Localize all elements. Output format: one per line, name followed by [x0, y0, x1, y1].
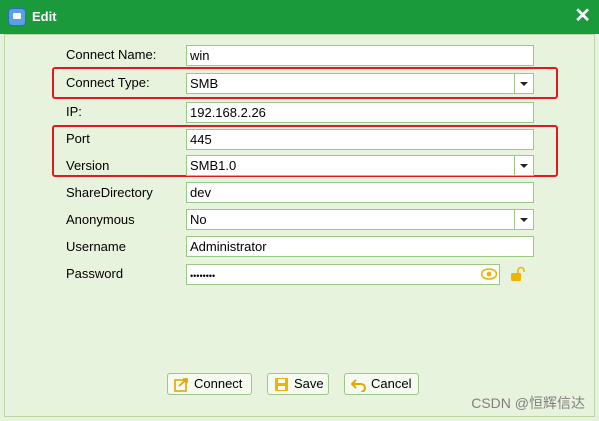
- anonymous-value: No: [190, 212, 207, 227]
- connect-icon: [174, 378, 188, 392]
- unlock-icon[interactable]: [510, 266, 526, 282]
- port-input[interactable]: 445: [186, 129, 534, 150]
- save-button[interactable]: Save: [267, 373, 329, 395]
- cancel-icon: [351, 379, 366, 392]
- password-label: Password: [66, 266, 124, 281]
- version-select[interactable]: SMB1.0: [186, 155, 534, 176]
- version-label: Version: [66, 158, 110, 173]
- port-label: Port: [66, 131, 90, 146]
- app-window-icon: [8, 8, 26, 26]
- connect-button-label: Connect: [194, 376, 243, 391]
- connect-type-value: SMB: [190, 76, 219, 91]
- chevron-down-icon[interactable]: [514, 210, 533, 229]
- connect-name-label: Connect Name:: [66, 47, 157, 62]
- username-input[interactable]: Administrator: [186, 236, 534, 257]
- cancel-button-label: Cancel: [371, 376, 412, 391]
- connect-button[interactable]: Connect: [167, 373, 252, 395]
- close-icon[interactable]: ✕: [574, 5, 591, 27]
- anonymous-select[interactable]: No: [186, 209, 534, 230]
- share-directory-label: ShareDirectory: [66, 185, 153, 200]
- chevron-down-icon[interactable]: [514, 74, 533, 93]
- username-label: Username: [66, 239, 126, 254]
- eye-icon[interactable]: [481, 268, 497, 280]
- chevron-down-icon[interactable]: [514, 156, 533, 175]
- connect-name-input[interactable]: win: [186, 45, 534, 66]
- password-value: ••••••••: [190, 271, 216, 281]
- save-button-label: Save: [294, 376, 324, 391]
- window-title: Edit: [32, 9, 57, 24]
- password-input[interactable]: ••••••••: [186, 264, 500, 285]
- edit-dialog: Edit ✕ Connect Name: win Connect Type: S…: [0, 0, 599, 421]
- ip-input[interactable]: 192.168.2.26: [186, 102, 534, 123]
- title-bar[interactable]: Edit ✕: [0, 0, 599, 34]
- anonymous-label: Anonymous: [66, 212, 135, 227]
- connect-type-label: Connect Type:: [66, 75, 150, 90]
- cancel-button[interactable]: Cancel: [344, 373, 419, 395]
- version-value: SMB1.0: [190, 158, 237, 173]
- connect-type-select[interactable]: SMB: [186, 73, 534, 94]
- watermark: CSDN @恒辉信达: [471, 395, 585, 411]
- save-icon: [275, 378, 288, 391]
- share-directory-input[interactable]: dev: [186, 182, 534, 203]
- ip-label: IP:: [66, 104, 82, 119]
